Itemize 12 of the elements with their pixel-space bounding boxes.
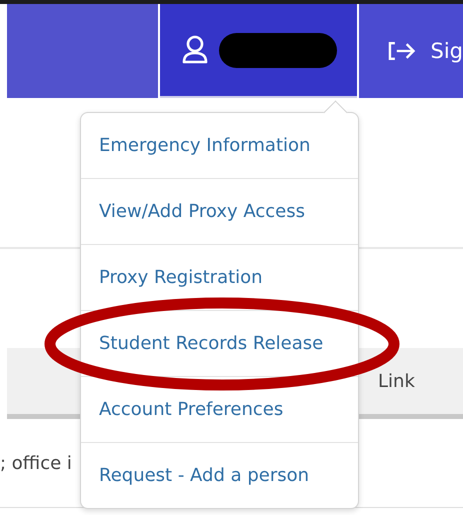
- menu-item[interactable]: Request - Add a person: [99, 465, 310, 486]
- menu-item[interactable]: Proxy Registration: [99, 267, 263, 288]
- user-menu-button[interactable]: [160, 4, 357, 98]
- menu-item[interactable]: Emergency Information: [99, 135, 310, 156]
- sign-out-button[interactable]: Sig: [359, 4, 463, 98]
- menu-item[interactable]: Student Records Release: [99, 333, 324, 354]
- table-cell: ; office i: [0, 452, 72, 474]
- menu-item[interactable]: View/Add Proxy Access: [99, 201, 305, 222]
- user-icon: [180, 35, 208, 65]
- sign-out-icon: [387, 41, 416, 61]
- menu-item[interactable]: Account Preferences: [99, 399, 284, 420]
- column-header: Link: [378, 370, 415, 392]
